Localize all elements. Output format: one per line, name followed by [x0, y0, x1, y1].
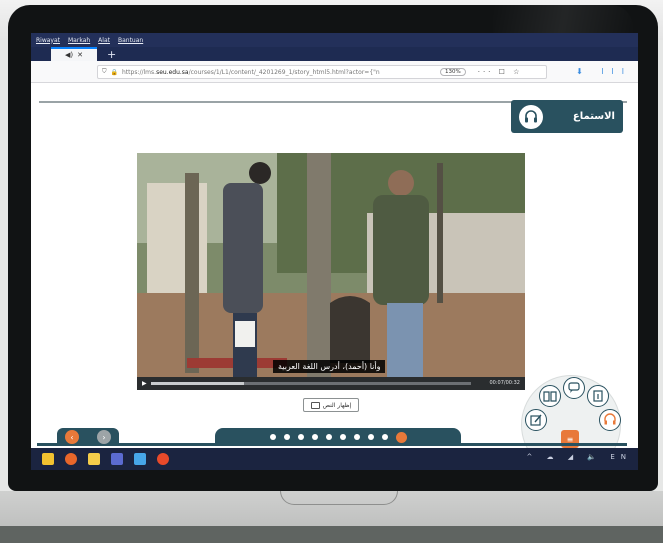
speaking-icon[interactable]: [563, 377, 585, 399]
pager-dot[interactable]: [353, 434, 360, 440]
windows-taskbar: ^ ☁ ◢ 🔈 EN: [31, 448, 638, 470]
store-icon[interactable]: [42, 453, 54, 465]
pager-dot[interactable]: [325, 434, 332, 440]
teams-icon[interactable]: [111, 453, 123, 465]
section-title: الاستماع: [572, 111, 615, 122]
new-tab-button[interactable]: +: [107, 48, 116, 61]
pager-dot[interactable]: [283, 434, 290, 440]
browser-tab[interactable]: ◀) ✕: [51, 47, 97, 61]
lesson-content: الاستماع وأنا (أحمد)، أدرس اللغة العربية…: [31, 83, 638, 470]
firefox-icon[interactable]: [65, 453, 77, 465]
pager-dot[interactable]: [311, 434, 318, 440]
menu-markah[interactable]: Markah: [68, 37, 90, 44]
pager-dot[interactable]: [297, 434, 304, 440]
bottom-navigation: ‹ ›: [37, 428, 627, 448]
next-button[interactable]: ›: [97, 430, 111, 444]
video-controls: ▶ 00:07/00:32: [137, 377, 525, 390]
desk-edge: [0, 526, 663, 543]
show-text-button[interactable]: إظهار النص: [303, 398, 359, 412]
lock-icon[interactable]: 🔒: [111, 69, 118, 76]
url-text[interactable]: https://lms.seu.edu.sa/courses/1/L1/cont…: [122, 69, 422, 76]
page-actions[interactable]: ··· ☐ ☆: [478, 68, 523, 76]
slide-pager: [215, 428, 461, 446]
laptop-hinge: [280, 491, 398, 505]
tab-strip: ◀) ✕ +: [31, 47, 638, 61]
navigation-bar: ⛉ 🔒 https://lms.seu.edu.sa/courses/1/L1/…: [31, 61, 638, 83]
section-header: الاستماع: [511, 100, 623, 133]
pager-dot[interactable]: [381, 434, 388, 440]
document-icon: [310, 401, 320, 409]
video-subtitle: وأنا (أحمد)، أدرس اللغة العربية: [273, 360, 386, 373]
pager-dot[interactable]: [367, 434, 374, 440]
browser-menubar: Riwayat Markah Alat Bantuan: [31, 33, 638, 47]
monitor-icon[interactable]: [134, 453, 146, 465]
toolbar-right-icons[interactable]: ⬇ lll: [576, 67, 632, 76]
play-icon[interactable]: ▶: [142, 380, 147, 387]
video-seekbar[interactable]: [151, 382, 471, 385]
address-bar[interactable]: ⛉ 🔒 https://lms.seu.edu.sa/courses/1/L1/…: [97, 65, 547, 79]
close-tab-icon[interactable]: ✕: [77, 51, 83, 59]
files-icon[interactable]: [88, 453, 100, 465]
prev-button[interactable]: ‹: [65, 430, 79, 444]
grammar-icon[interactable]: [587, 385, 609, 407]
video-progress: [151, 382, 244, 385]
speaker-icon[interactable]: ◀): [65, 51, 73, 59]
menu-bantuan[interactable]: Bantuan: [118, 37, 143, 44]
video-frame: [137, 153, 525, 390]
headphones-icon: [519, 104, 543, 129]
zoom-level[interactable]: 130%: [440, 68, 466, 76]
pager-dot[interactable]: [395, 431, 407, 443]
reading-book-icon[interactable]: [539, 385, 561, 407]
screen: Riwayat Markah Alat Bantuan ◀) ✕ + ⛉ 🔒 h…: [31, 33, 638, 470]
system-tray[interactable]: ^ ☁ ◢ 🔈 EN: [526, 453, 632, 461]
menu-alat[interactable]: Alat: [98, 37, 110, 44]
video-time: 00:07/00:32: [489, 380, 520, 386]
photo-of-laptop: Riwayat Markah Alat Bantuan ◀) ✕ + ⛉ 🔒 h…: [0, 0, 663, 543]
pager-dot[interactable]: [339, 434, 346, 440]
browser-icon[interactable]: [157, 453, 169, 465]
shield-icon[interactable]: ⛉: [102, 68, 107, 76]
pager-dot[interactable]: [269, 434, 276, 440]
show-text-label: إظهار النص: [322, 401, 352, 409]
menu-riwayat[interactable]: Riwayat: [36, 37, 60, 44]
video-player[interactable]: وأنا (أحمد)، أدرس اللغة العربية ▶ 00:07/…: [137, 153, 525, 390]
nav-buttons: ‹ ›: [57, 428, 119, 446]
